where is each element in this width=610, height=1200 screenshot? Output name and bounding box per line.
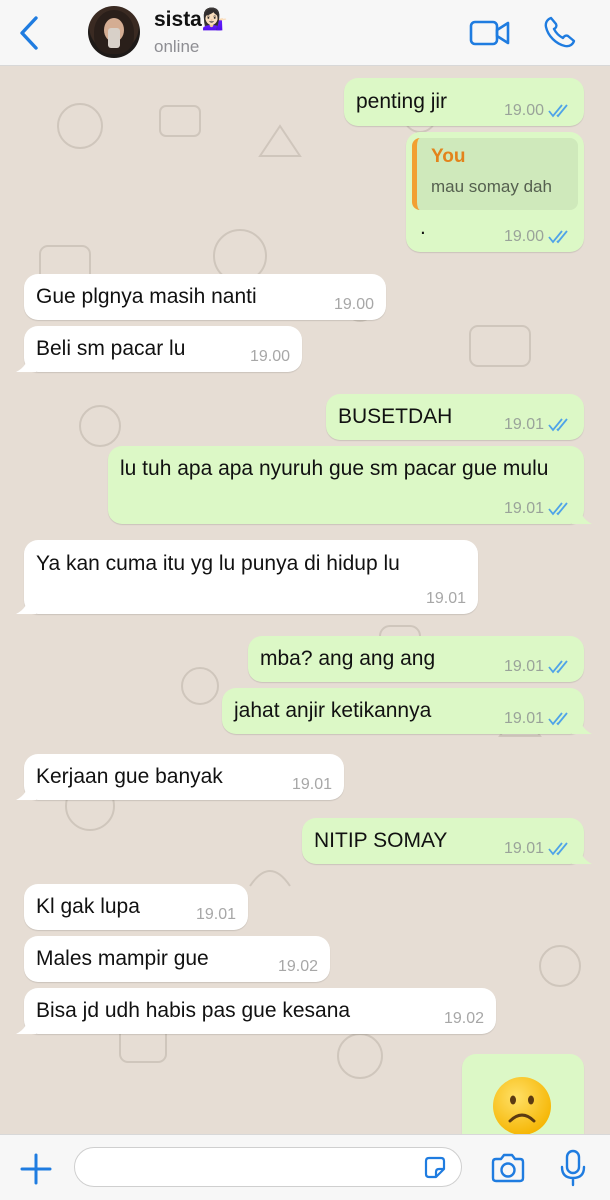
read-ticks-icon [548, 418, 568, 432]
message-text: Kerjaan gue banyak [36, 765, 223, 788]
incoming-message[interactable]: Kerjaan gue banyak 19.01 [16, 754, 344, 800]
message-text: Males mampir gue [36, 947, 209, 970]
message-time: 19.00 [503, 102, 544, 119]
contact-name[interactable]: sista💁🏻‍♀️ [154, 8, 228, 32]
video-call-icon[interactable] [468, 16, 512, 50]
read-ticks-icon [548, 230, 568, 244]
bubble-tail [16, 1016, 36, 1034]
incoming-message[interactable]: Males mampir gue 19.02 [24, 936, 330, 982]
phone-call-icon[interactable] [542, 14, 578, 50]
sticker-icon[interactable] [422, 1155, 448, 1181]
outgoing-message[interactable]: lu tuh apa apa nyuruh gue sm pacar gue m… [108, 446, 592, 524]
quote-author: You [431, 146, 466, 167]
message-text: . [420, 216, 426, 239]
message-text: Gue plgnya masih nanti [36, 285, 257, 308]
incoming-message[interactable]: Beli sm pacar lu 19.00 [16, 326, 302, 372]
bubble-tail [16, 354, 36, 372]
message-input[interactable] [74, 1147, 462, 1187]
microphone-icon[interactable] [560, 1149, 586, 1187]
message-time: 19.01 [503, 500, 544, 517]
read-ticks-icon [548, 502, 568, 516]
message-text: lu tuh apa apa nyuruh gue sm pacar gue m… [120, 457, 549, 480]
message-time: 19.01 [503, 658, 544, 675]
outgoing-message[interactable]: BUSETDAH 19.01 [326, 394, 584, 440]
bubble-tail [16, 782, 36, 800]
read-ticks-icon [548, 660, 568, 674]
frowning-face-emoji [493, 1077, 551, 1134]
outgoing-message[interactable]: NITIP SOMAY 19.01 [302, 818, 592, 864]
plus-icon[interactable] [18, 1151, 54, 1187]
message-time: 19.00 [333, 296, 374, 313]
incoming-message[interactable]: Bisa jd udh habis pas gue kesana 19.02 [16, 988, 496, 1034]
message-time: 19.01 [195, 906, 236, 923]
chat-header: sista💁🏻‍♀️ online [0, 0, 610, 66]
incoming-message[interactable]: Gue plgnya masih nanti 19.00 [24, 274, 386, 320]
contact-status: online [154, 37, 200, 56]
message-time: 19.00 [249, 348, 290, 365]
quote-text: mau somay dah [431, 177, 552, 196]
read-ticks-icon [548, 104, 568, 118]
bubble-tail [572, 846, 592, 864]
message-time: 19.01 [425, 590, 466, 607]
message-time: 19.01 [503, 710, 544, 727]
camera-icon[interactable] [490, 1153, 526, 1183]
bubble-tail [572, 716, 592, 734]
bubble-tail [572, 506, 592, 524]
outgoing-message[interactable]: penting jir 19.00 [344, 78, 584, 126]
avatar[interactable] [88, 6, 140, 58]
message-input-bar [0, 1134, 610, 1200]
read-ticks-icon [548, 712, 568, 726]
message-time: 19.01 [503, 840, 544, 857]
incoming-message[interactable]: Kl gak lupa 19.01 [24, 884, 248, 930]
message-time: 19.02 [277, 958, 318, 975]
outgoing-message[interactable]: jahat anjir ketikannya 19.01 [222, 688, 592, 734]
quoted-message[interactable]: You mau somay dah [412, 138, 578, 210]
back-chevron-icon[interactable] [14, 14, 44, 52]
incoming-message[interactable]: Ya kan cuma itu yg lu punya di hidup lu … [16, 540, 478, 614]
read-ticks-icon [548, 842, 568, 856]
message-time: 19.01 [503, 416, 544, 433]
message-text: Bisa jd udh habis pas gue kesana [36, 999, 351, 1022]
chat-area[interactable]: penting jir 19.00 You mau somay dah . 19… [0, 66, 610, 1134]
message-time: 19.02 [443, 1010, 484, 1027]
message-time: 19.00 [503, 228, 544, 245]
bubble-tail [16, 596, 36, 614]
outgoing-emoji-message[interactable] [462, 1054, 584, 1134]
message-time: 19.01 [291, 776, 332, 793]
message-text: Ya kan cuma itu yg lu punya di hidup lu [36, 552, 400, 575]
outgoing-message[interactable]: mba? ang ang ang 19.01 [248, 636, 584, 682]
outgoing-reply-message[interactable]: You mau somay dah . 19.00 [406, 132, 584, 252]
